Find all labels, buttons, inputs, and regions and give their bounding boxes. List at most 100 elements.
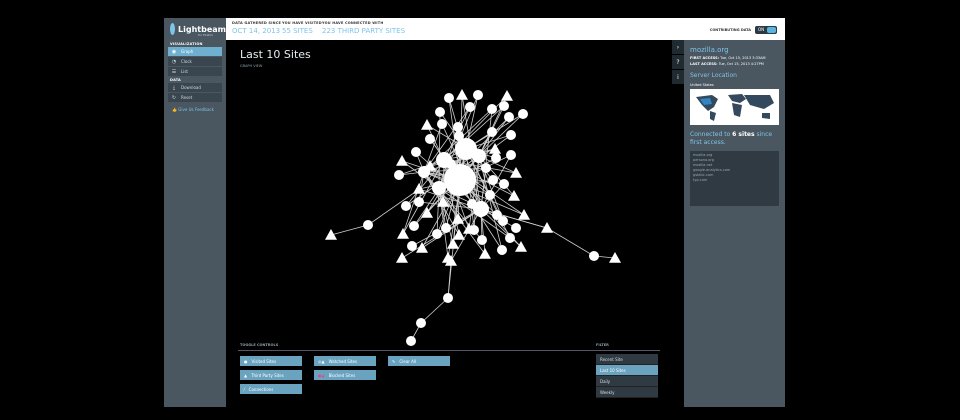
collapse-panel-button[interactable]: › xyxy=(672,40,684,54)
visited-site-node[interactable] xyxy=(506,150,516,160)
connections-icon: ⁄ xyxy=(244,386,245,392)
visited-site-node[interactable] xyxy=(492,210,502,220)
third-party-node[interactable] xyxy=(396,155,408,166)
visited-site-node[interactable] xyxy=(444,93,454,103)
sidebar-item-list[interactable]: ☰ List xyxy=(168,67,222,76)
site-info-panel: mozilla.org FIRST ACCESS: Tue, Oct 15, 2… xyxy=(684,40,785,407)
third-party-node[interactable] xyxy=(518,209,530,220)
visited-site-node[interactable] xyxy=(472,149,486,163)
clear-all-button[interactable]: ✎ Clear All xyxy=(388,356,450,366)
third-party-node[interactable] xyxy=(396,252,408,263)
contributing-toggle[interactable]: ON xyxy=(755,26,777,34)
visited-site-node[interactable] xyxy=(589,251,599,261)
watched-sites-toggle[interactable]: ◎▲ Watched Sites xyxy=(314,356,376,366)
filter-last-10-sites[interactable]: Last 10 Sites xyxy=(596,365,658,376)
third-party-node[interactable] xyxy=(325,229,337,240)
visited-site-node[interactable] xyxy=(518,109,528,119)
filter-weekly[interactable]: Weekly xyxy=(596,387,658,398)
selected-site: mozilla.org xyxy=(690,46,729,54)
visited-site-node[interactable] xyxy=(467,199,477,209)
visited-site-node[interactable] xyxy=(446,159,456,169)
visited-site-node[interactable] xyxy=(487,104,497,114)
download-icon: ⤓ xyxy=(172,84,176,91)
third-party-node[interactable] xyxy=(421,119,433,130)
info-button[interactable]: i xyxy=(672,70,684,84)
sidebar-item-clock[interactable]: ◔ Clock xyxy=(168,57,222,66)
triangle-icon: ▲ xyxy=(244,372,248,378)
visited-sites-toggle[interactable]: ● Visited Sites xyxy=(240,356,302,366)
last-access-label: LAST ACCESS: xyxy=(690,62,718,66)
visited-site-node[interactable] xyxy=(394,170,404,180)
visited-site-node[interactable] xyxy=(363,220,373,230)
last-access-value: Tue, Oct 15, 2013 4:27PM xyxy=(718,62,764,66)
visited-site-node[interactable] xyxy=(435,107,445,117)
data-title: DATA xyxy=(170,78,181,82)
controls-title: TOGGLE CONTROLS xyxy=(240,343,279,347)
visited-site-node[interactable] xyxy=(506,130,516,140)
visited-site-node[interactable] xyxy=(406,336,416,346)
visited-site-node[interactable] xyxy=(437,119,447,129)
visited-site-node[interactable] xyxy=(491,153,501,163)
connections-toggle[interactable]: ⁄ Connections xyxy=(240,384,302,394)
visited-site-node[interactable] xyxy=(453,122,463,132)
visited-site-node[interactable] xyxy=(477,235,487,245)
visited-site-node[interactable] xyxy=(469,225,479,235)
blocked-sites-toggle[interactable]: ●▲ Blocked Sites xyxy=(314,370,376,380)
visited-site-node[interactable] xyxy=(411,147,421,157)
visited-site-node[interactable] xyxy=(487,127,497,137)
filter-daily[interactable]: Daily xyxy=(596,376,658,387)
network-graph[interactable] xyxy=(226,40,672,407)
third-party-node[interactable] xyxy=(397,228,409,239)
sidebar-item-graph[interactable]: ◉ Graph xyxy=(168,47,222,56)
world-map xyxy=(690,89,779,125)
filter-label: Recent Site xyxy=(600,356,623,362)
visited-site-node[interactable] xyxy=(505,233,515,243)
visited-site-node[interactable] xyxy=(425,134,435,144)
visited-site-node[interactable] xyxy=(432,181,446,195)
list-item[interactable]: typ.com xyxy=(693,178,776,183)
feedback-link[interactable]: 👍 Give Us Feedback xyxy=(172,107,218,112)
first-access: FIRST ACCESS: Tue, Oct 15, 2013 3:33AM xyxy=(690,56,785,60)
filter-label: Daily xyxy=(600,378,611,384)
visited-site-node[interactable] xyxy=(401,201,411,211)
circle-icon: ● xyxy=(244,358,248,364)
visited-site-node[interactable] xyxy=(499,179,509,189)
third-party-node[interactable] xyxy=(541,222,553,233)
help-button[interactable]: ? xyxy=(672,55,684,69)
third-party-node[interactable] xyxy=(479,248,491,259)
help-icon: ? xyxy=(676,58,680,66)
visited-site-node[interactable] xyxy=(511,223,521,233)
visited-site-node[interactable] xyxy=(481,163,491,173)
lightbeam-logo-icon xyxy=(170,23,176,35)
visited-site-node[interactable] xyxy=(441,223,451,233)
visited-site-node[interactable] xyxy=(465,102,475,112)
blocked-icon: ●▲ xyxy=(318,372,325,378)
reset-button[interactable]: ↻ Reset xyxy=(168,93,222,102)
visited-site-node[interactable] xyxy=(488,175,498,185)
control-label: Watched Sites xyxy=(328,358,358,364)
third-party-node[interactable] xyxy=(452,213,464,224)
visited-site-node[interactable] xyxy=(409,221,419,231)
visited-site-node[interactable] xyxy=(485,190,495,200)
visited-site-node[interactable] xyxy=(473,90,483,100)
visited-site-node[interactable] xyxy=(432,229,442,239)
stat-connected: YOU HAVE CONNECTED WITH 223 THIRD PARTY … xyxy=(322,21,405,35)
visited-site-node[interactable] xyxy=(414,197,424,207)
visited-site-node[interactable] xyxy=(443,293,453,303)
third-party-toggle[interactable]: ▲ Third Party Sites xyxy=(240,370,302,380)
visited-site-node[interactable] xyxy=(416,318,426,328)
visited-site-node[interactable] xyxy=(454,131,464,141)
filter-recent-site[interactable]: Recent Site xyxy=(596,354,658,365)
visited-site-node[interactable] xyxy=(444,164,476,196)
connected-summary: Connected to 6 sites since first access. xyxy=(690,131,779,147)
visited-site-node[interactable] xyxy=(407,241,417,251)
filter-label: Weekly xyxy=(600,389,615,395)
visited-site-node[interactable] xyxy=(499,101,509,111)
third-party-node[interactable] xyxy=(456,89,468,100)
view-subtitle: GRAPH VIEW xyxy=(240,64,263,68)
visited-site-node[interactable] xyxy=(504,112,514,122)
visited-site-node[interactable] xyxy=(497,245,507,255)
third-party-node[interactable] xyxy=(501,90,513,101)
download-button[interactable]: ⤓ Download xyxy=(168,83,222,92)
third-party-node[interactable] xyxy=(416,242,428,253)
